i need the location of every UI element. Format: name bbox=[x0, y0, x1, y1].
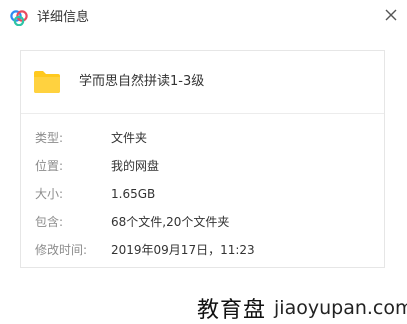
watermark-url-text: jiaoyupan.com bbox=[274, 296, 407, 319]
property-row-type: 类型: 文件夹 bbox=[21, 128, 384, 148]
property-row-location: 位置: 我的网盘 bbox=[21, 156, 384, 176]
property-row-size: 大小: 1.65GB bbox=[21, 184, 384, 204]
watermark-cn-text: 教育盘 bbox=[197, 297, 267, 323]
property-row-contains: 包含: 68个文件,20个文件夹 bbox=[21, 212, 384, 232]
modified-time-label: 修改时间: bbox=[35, 243, 88, 257]
file-name: 学而思自然拼读1-3级 bbox=[79, 74, 205, 89]
size-label: 大小: bbox=[35, 187, 64, 201]
contains-label: 包含: bbox=[35, 215, 64, 229]
details-panel: 学而思自然拼读1-3级 类型: 文件夹 位置: 我的网盘 大小: 1.65GB … bbox=[20, 50, 385, 268]
size-value: 1.65GB bbox=[111, 187, 156, 201]
location-value: 我的网盘 bbox=[111, 159, 160, 173]
modified-time-value: 2019年09月17日，11:23 bbox=[111, 243, 255, 257]
close-icon bbox=[385, 6, 397, 25]
window-title: 详细信息 bbox=[37, 10, 90, 25]
title-bar: 详细信息 bbox=[0, 0, 407, 36]
property-row-modified: 修改时间: 2019年09月17日，11:23 bbox=[21, 240, 384, 260]
close-button[interactable] bbox=[382, 6, 400, 24]
watermark: 教育盘 jiaoyupan.com bbox=[197, 293, 407, 323]
type-label: 类型: bbox=[35, 131, 64, 145]
divider bbox=[21, 113, 384, 114]
contains-value: 68个文件,20个文件夹 bbox=[111, 215, 230, 229]
folder-icon bbox=[33, 70, 61, 94]
location-label: 位置: bbox=[35, 159, 64, 173]
baidu-netdisk-cloud-icon bbox=[10, 10, 28, 27]
type-value: 文件夹 bbox=[111, 131, 148, 145]
